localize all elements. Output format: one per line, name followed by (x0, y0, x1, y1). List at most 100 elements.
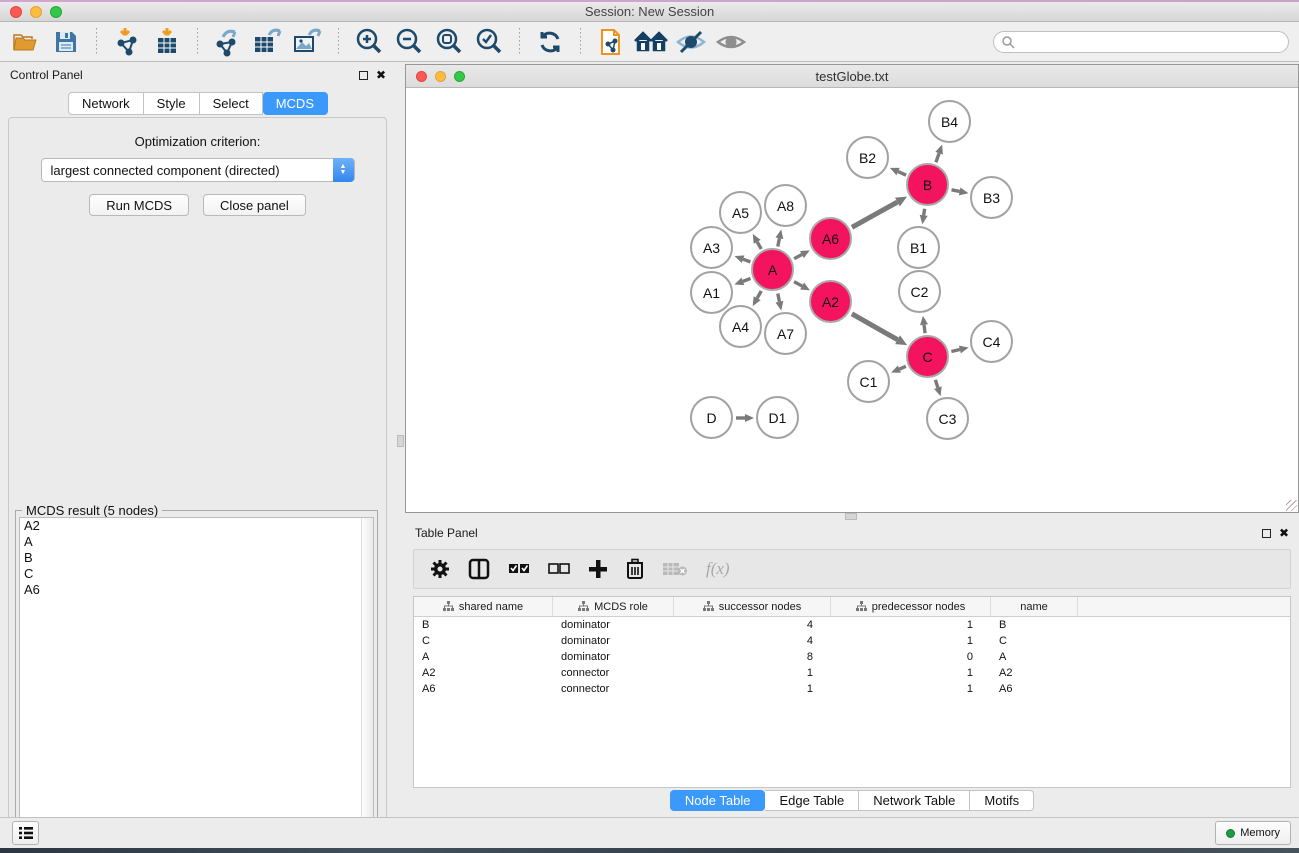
graph-edge-B-B4[interactable] (936, 153, 939, 162)
table-cell[interactable]: C (991, 633, 1078, 649)
home-icon[interactable] (631, 26, 671, 58)
select-all-icon[interactable] (508, 561, 530, 577)
close-panel-button[interactable]: Close panel (203, 194, 306, 216)
graph-edge-C-C1[interactable] (899, 366, 906, 369)
resize-grip-icon[interactable] (1286, 500, 1297, 511)
table-cell[interactable]: B (991, 617, 1078, 633)
table-cell[interactable]: 4 (674, 617, 831, 633)
table-row[interactable]: A2connector11A2 (414, 665, 1290, 681)
column-header-name[interactable]: name (991, 597, 1078, 616)
tab-network[interactable]: Network (68, 92, 144, 115)
table-cell[interactable]: A2 (414, 665, 553, 681)
table-cell[interactable]: 1 (831, 665, 991, 681)
mcds-result-item[interactable]: B (20, 550, 373, 566)
table-cell[interactable]: 1 (674, 665, 831, 681)
table-cell[interactable]: 1 (831, 633, 991, 649)
mcds-result-item[interactable]: A2 (20, 518, 373, 534)
table-cell[interactable]: 1 (831, 681, 991, 697)
graph-edge-B-B2[interactable] (898, 172, 906, 176)
table-cell[interactable]: connector (553, 665, 674, 681)
mcds-result-item[interactable]: C (20, 566, 373, 582)
graph-node-A8[interactable]: A8 (764, 184, 807, 227)
graph-node-C3[interactable]: C3 (926, 397, 969, 440)
graph-edge-B-B3[interactable] (952, 190, 960, 192)
tab-edge-table[interactable]: Edge Table (765, 790, 859, 811)
import-network-icon[interactable] (107, 26, 147, 58)
graph-edge-A-A5[interactable] (757, 242, 761, 249)
table-cell[interactable]: A6 (991, 681, 1078, 697)
tab-select[interactable]: Select (200, 92, 263, 115)
graph-edge-A6-B[interactable] (852, 202, 897, 227)
graph-edge-A-A3[interactable] (743, 259, 750, 262)
table-cell[interactable]: A2 (991, 665, 1078, 681)
delete-column-icon[interactable] (626, 558, 644, 580)
table-cell[interactable]: 8 (674, 649, 831, 665)
export-network-icon[interactable] (208, 26, 248, 58)
column-header-shared-name[interactable]: shared name (414, 597, 553, 616)
graph-edge-A-A6[interactable] (794, 255, 802, 259)
float-panel-icon[interactable] (1262, 529, 1271, 538)
graph-node-A3[interactable]: A3 (690, 226, 733, 269)
divider-grip[interactable] (397, 435, 404, 447)
network-canvas[interactable]: B4B2BB3A8A5A6A3B1AC2A1A2A4A7C4CC1DD1C3 (407, 89, 1298, 512)
graph-edge-A-A1[interactable] (743, 278, 751, 281)
table-row[interactable]: A6connector11A6 (414, 681, 1290, 697)
column-header-predecessor-nodes[interactable]: predecessor nodes (831, 597, 991, 616)
table-cell[interactable]: 1 (674, 681, 831, 697)
zoom-out-icon[interactable] (389, 26, 429, 58)
search-input[interactable] (993, 31, 1289, 53)
tab-node-table[interactable]: Node Table (670, 790, 766, 811)
zoom-selected-icon[interactable] (469, 26, 509, 58)
tab-style[interactable]: Style (144, 92, 200, 115)
table-cell[interactable]: 1 (831, 617, 991, 633)
graph-node-C[interactable]: C (906, 335, 949, 378)
save-session-icon[interactable] (46, 26, 86, 58)
graph-edge-C-C3[interactable] (935, 380, 938, 388)
graph-edge-A2-C[interactable] (852, 314, 898, 340)
column-header-successor-nodes[interactable]: successor nodes (674, 597, 831, 616)
vertical-split-divider[interactable] (396, 62, 405, 817)
table-row[interactable]: Cdominator41C (414, 633, 1290, 649)
tab-mcds[interactable]: MCDS (263, 92, 328, 115)
table-cell[interactable]: dominator (553, 649, 674, 665)
divider-grip[interactable] (845, 513, 857, 520)
node-table[interactable]: shared nameMCDS rolesuccessor nodesprede… (413, 596, 1291, 788)
open-file-icon[interactable] (6, 26, 46, 58)
graph-node-A7[interactable]: A7 (764, 312, 807, 355)
export-image-icon[interactable] (288, 26, 328, 58)
split-columns-icon[interactable] (468, 558, 490, 580)
graph-node-A[interactable]: A (751, 248, 794, 291)
graph-node-C1[interactable]: C1 (847, 360, 890, 403)
table-cell[interactable]: A (414, 649, 553, 665)
graph-node-D[interactable]: D (690, 396, 733, 439)
graph-node-B2[interactable]: B2 (846, 136, 889, 179)
new-network-icon[interactable] (591, 26, 631, 58)
tab-network-table[interactable]: Network Table (859, 790, 970, 811)
horizontal-split-divider[interactable] (405, 513, 1299, 520)
graph-edge-C-C4[interactable] (951, 350, 960, 352)
graph-edge-B-B1[interactable] (924, 209, 925, 216)
graph-node-B4[interactable]: B4 (928, 100, 971, 143)
table-cell[interactable]: 4 (674, 633, 831, 649)
zoom-fit-icon[interactable] (429, 26, 469, 58)
criterion-select[interactable]: largest connected component (directed) ▲… (41, 158, 355, 182)
table-cell[interactable]: connector (553, 681, 674, 697)
mcds-result-item[interactable]: A (20, 534, 373, 550)
table-cell[interactable]: B (414, 617, 553, 633)
table-cell[interactable]: C (414, 633, 553, 649)
main-titlebar[interactable]: Session: New Session (0, 2, 1299, 22)
network-window-titlebar[interactable]: testGlobe.txt (406, 65, 1298, 88)
import-table-icon[interactable] (147, 26, 187, 58)
refresh-icon[interactable] (530, 26, 570, 58)
zoom-in-icon[interactable] (349, 26, 389, 58)
table-cell[interactable]: A6 (414, 681, 553, 697)
eye-icon[interactable] (711, 26, 751, 58)
export-table-icon[interactable] (248, 26, 288, 58)
graph-node-A1[interactable]: A1 (690, 271, 733, 314)
table-cell[interactable]: 0 (831, 649, 991, 665)
table-cell[interactable]: dominator (553, 617, 674, 633)
graph-node-A5[interactable]: A5 (719, 191, 762, 234)
graph-node-C4[interactable]: C4 (970, 320, 1013, 363)
graph-node-A6[interactable]: A6 (809, 217, 852, 260)
graph-node-B[interactable]: B (906, 163, 949, 206)
